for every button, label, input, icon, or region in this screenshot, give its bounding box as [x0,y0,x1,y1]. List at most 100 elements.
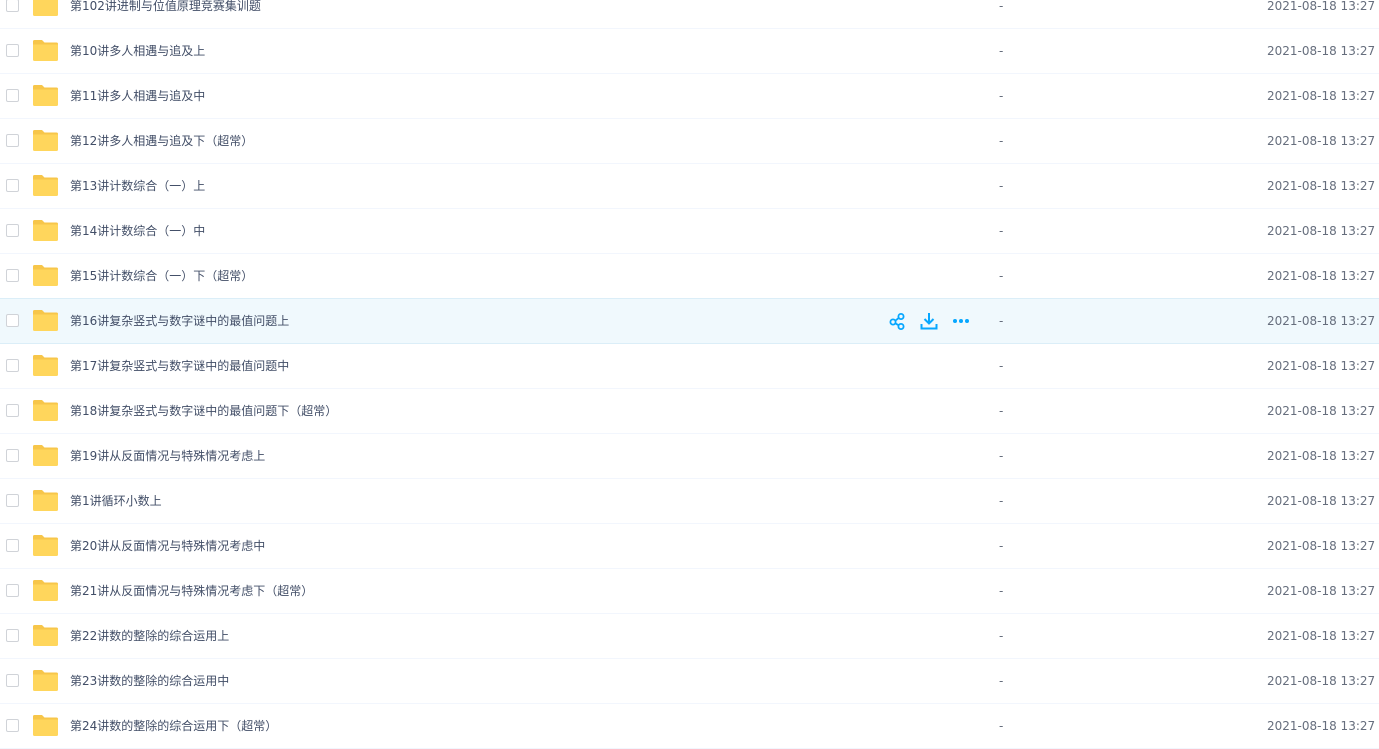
file-name[interactable]: 第24讲数的整除的综合运用下（超常） [70,704,277,748]
modified-date: 2021-08-18 13:27 [1267,179,1376,193]
row-checkbox[interactable] [6,539,19,552]
modified-date: 2021-08-18 13:27 [1267,224,1376,238]
file-row[interactable]: 第11讲多人相遇与追及中 - 2021-08-18 13:27 [0,74,1379,119]
file-row[interactable]: 第102讲进制与位值原理竞赛集训题 - 2021-08-18 13:27 [0,0,1379,29]
file-size: - [999,584,1004,598]
row-checkbox[interactable] [6,314,19,327]
file-list: 第102讲进制与位值原理竞赛集训题 - 2021-08-18 13:27 第10… [0,0,1379,749]
file-name[interactable]: 第1讲循环小数上 [70,479,162,523]
file-row[interactable]: 第20讲从反面情况与特殊情况考虑中 - 2021-08-18 13:27 [0,524,1379,569]
modified-date: 2021-08-18 13:27 [1267,629,1376,643]
file-row[interactable]: 第15讲计数综合（一）下（超常） - 2021-08-18 13:27 [0,254,1379,299]
share-icon[interactable] [887,311,907,331]
file-row[interactable]: 第18讲复杂竖式与数字谜中的最值问题下（超常） - 2021-08-18 13:… [0,389,1379,434]
file-row[interactable]: 第16讲复杂竖式与数字谜中的最值问题上 - 2021-08-18 13:27 [0,298,1379,344]
modified-date: 2021-08-18 13:27 [1267,314,1376,328]
modified-date: 2021-08-18 13:27 [1267,449,1376,463]
file-size: - [999,494,1004,508]
file-row[interactable]: 第17讲复杂竖式与数字谜中的最值问题中 - 2021-08-18 13:27 [0,344,1379,389]
row-checkbox[interactable] [6,719,19,732]
modified-date: 2021-08-18 13:27 [1267,719,1376,733]
modified-date: 2021-08-18 13:27 [1267,674,1376,688]
file-name[interactable]: 第21讲从反面情况与特殊情况考虑下（超常） [70,569,313,613]
file-size: - [999,179,1004,193]
row-checkbox[interactable] [6,0,19,12]
modified-date: 2021-08-18 13:27 [1267,44,1376,58]
folder-icon [33,580,58,601]
folder-icon [33,40,58,61]
folder-icon [33,400,58,421]
row-checkbox[interactable] [6,224,19,237]
row-checkbox[interactable] [6,359,19,372]
folder-icon [33,355,58,376]
modified-date: 2021-08-18 13:27 [1267,539,1376,553]
row-checkbox[interactable] [6,269,19,282]
more-icon[interactable] [951,311,971,331]
file-size: - [999,89,1004,103]
folder-icon [33,310,58,331]
file-size: - [999,359,1004,373]
row-checkbox[interactable] [6,179,19,192]
file-size: - [999,0,1004,13]
file-name[interactable]: 第19讲从反面情况与特殊情况考虑上 [70,434,265,478]
modified-date: 2021-08-18 13:27 [1267,134,1376,148]
folder-icon [33,490,58,511]
file-size: - [999,449,1004,463]
file-name[interactable]: 第102讲进制与位值原理竞赛集训题 [70,0,261,28]
folder-icon [33,0,58,16]
folder-icon [33,535,58,556]
file-size: - [999,224,1004,238]
file-row[interactable]: 第21讲从反面情况与特殊情况考虑下（超常） - 2021-08-18 13:27 [0,569,1379,614]
file-row[interactable]: 第22讲数的整除的综合运用上 - 2021-08-18 13:27 [0,614,1379,659]
file-size: - [999,404,1004,418]
modified-date: 2021-08-18 13:27 [1267,0,1376,13]
file-name[interactable]: 第14讲计数综合（一）中 [70,209,205,253]
file-size: - [999,539,1004,553]
file-name[interactable]: 第15讲计数综合（一）下（超常） [70,254,253,298]
file-row[interactable]: 第23讲数的整除的综合运用中 - 2021-08-18 13:27 [0,659,1379,704]
modified-date: 2021-08-18 13:27 [1267,494,1376,508]
file-row[interactable]: 第12讲多人相遇与追及下（超常） - 2021-08-18 13:27 [0,119,1379,164]
folder-icon [33,445,58,466]
row-checkbox[interactable] [6,404,19,417]
file-name[interactable]: 第12讲多人相遇与追及下（超常） [70,119,253,163]
file-name[interactable]: 第23讲数的整除的综合运用中 [70,659,229,703]
row-checkbox[interactable] [6,134,19,147]
modified-date: 2021-08-18 13:27 [1267,359,1376,373]
modified-date: 2021-08-18 13:27 [1267,404,1376,418]
file-size: - [999,134,1004,148]
folder-icon [33,130,58,151]
file-row[interactable]: 第13讲计数综合（一）上 - 2021-08-18 13:27 [0,164,1379,209]
folder-icon [33,670,58,691]
folder-icon [33,175,58,196]
file-row[interactable]: 第1讲循环小数上 - 2021-08-18 13:27 [0,479,1379,524]
row-checkbox[interactable] [6,449,19,462]
file-size: - [999,629,1004,643]
row-checkbox[interactable] [6,629,19,642]
file-size: - [999,44,1004,58]
file-row[interactable]: 第10讲多人相遇与追及上 - 2021-08-18 13:27 [0,29,1379,74]
folder-icon [33,220,58,241]
file-name[interactable]: 第20讲从反面情况与特殊情况考虑中 [70,524,265,568]
file-name[interactable]: 第16讲复杂竖式与数字谜中的最值问题上 [70,299,289,343]
file-name[interactable]: 第18讲复杂竖式与数字谜中的最值问题下（超常） [70,389,337,433]
file-name[interactable]: 第17讲复杂竖式与数字谜中的最值问题中 [70,344,289,388]
row-checkbox[interactable] [6,674,19,687]
download-icon[interactable] [919,311,939,331]
row-checkbox[interactable] [6,584,19,597]
file-row[interactable]: 第24讲数的整除的综合运用下（超常） - 2021-08-18 13:27 [0,704,1379,749]
folder-icon [33,265,58,286]
row-checkbox[interactable] [6,494,19,507]
folder-icon [33,715,58,736]
file-size: - [999,314,1004,328]
file-row[interactable]: 第19讲从反面情况与特殊情况考虑上 - 2021-08-18 13:27 [0,434,1379,479]
file-name[interactable]: 第22讲数的整除的综合运用上 [70,614,229,658]
row-checkbox[interactable] [6,89,19,102]
file-name[interactable]: 第11讲多人相遇与追及中 [70,74,205,118]
file-row[interactable]: 第14讲计数综合（一）中 - 2021-08-18 13:27 [0,209,1379,254]
folder-icon [33,85,58,106]
file-size: - [999,719,1004,733]
row-checkbox[interactable] [6,44,19,57]
file-name[interactable]: 第10讲多人相遇与追及上 [70,29,205,73]
file-name[interactable]: 第13讲计数综合（一）上 [70,164,205,208]
